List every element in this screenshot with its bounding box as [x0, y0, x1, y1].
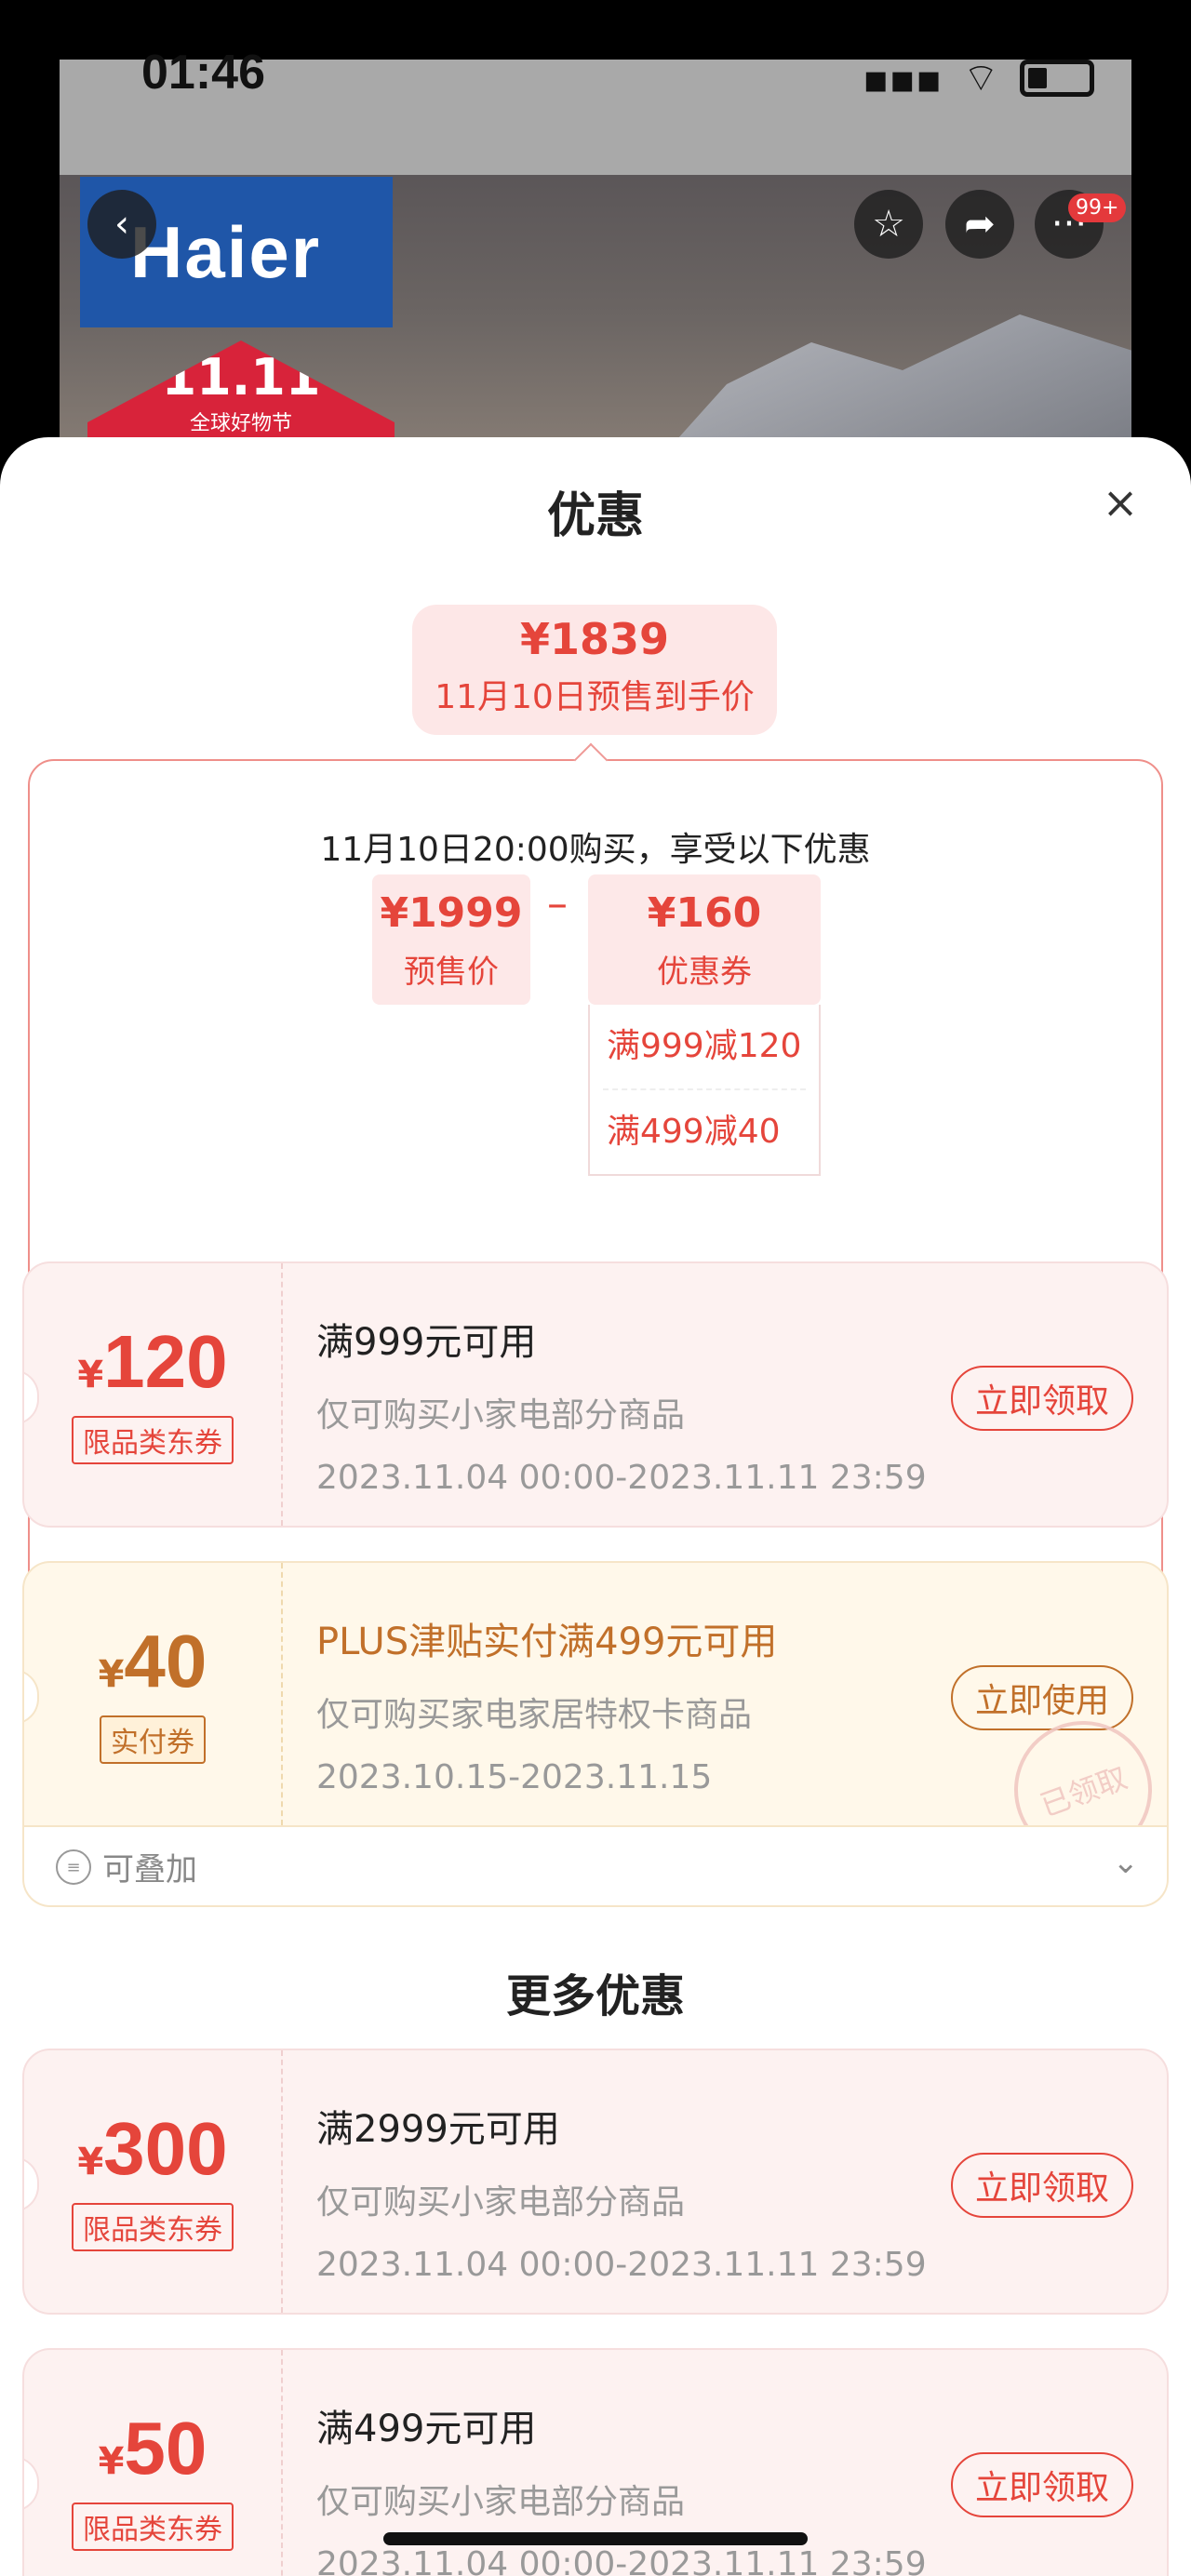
coupon-period: 2023.11.04 00:00-2023.11.11 23:59 [316, 2246, 927, 2284]
coupon-breakdown-item: 满499减40 [607, 1113, 781, 1151]
coupon-card: ¥300 限品类东券 满2999元可用 仅可购买小家电部分商品 2023.11.… [22, 2049, 1169, 2315]
coupon-breakdown-list: 满999减120 满499减40 [588, 1005, 821, 1176]
coupon-period: 2023.11.04 00:00-2023.11.11 23:59 [316, 2545, 927, 2576]
more-offers-title: 更多优惠 [505, 1970, 685, 2022]
star-icon: ☆ [872, 203, 905, 246]
coupon-card-plus: ¥40 实付券 PLUS津贴实付满499元可用 仅可购买家电家居特权卡商品 20… [22, 1561, 1169, 1827]
presale-price: ¥1999 [380, 889, 523, 937]
coupon-value-section: ¥40 实付券 [24, 1563, 283, 1825]
coupon-scope: 仅可购买小家电部分商品 [316, 2183, 686, 2222]
use-button[interactable]: 立即使用 [951, 1665, 1133, 1730]
promo-subtitle: 全球好物节 [189, 412, 292, 435]
coupon-value-section: ¥50 限品类东券 [24, 2350, 283, 2576]
coupon-card: ¥120 限品类东券 满999元可用 仅可购买小家电部分商品 2023.11.0… [22, 1261, 1169, 1528]
claim-button[interactable]: 立即领取 [951, 1366, 1133, 1431]
coupon-type-tag: 实付券 [100, 1715, 206, 1764]
coupon-info: 满999元可用 仅可购买小家电部分商品 2023.11.04 00:00-202… [316, 1312, 927, 1497]
minus-sign: – [547, 880, 568, 928]
currency-symbol: ¥ [98, 1653, 125, 1696]
coupon-condition: PLUS津贴实付满499元可用 [316, 1621, 778, 1663]
status-icons: ▪▪▪ ⌔ [863, 55, 1094, 101]
stack-icon: ≡ [56, 1849, 91, 1885]
status-bar: 01:46 ▪▪▪ ⌔ [60, 46, 1131, 175]
coupon-period: 2023.11.04 00:00-2023.11.11 23:59 [316, 1459, 927, 1497]
coupon-type-tag: 限品类东券 [72, 2503, 234, 2551]
close-button[interactable]: × [1098, 477, 1143, 527]
promo-title: 11.11 [161, 348, 321, 407]
wifi-icon: ⌔ [962, 54, 999, 100]
stackable-row[interactable]: ≡ 可叠加 ⌄ [22, 1827, 1169, 1907]
coupon-breakdown-item: 满999减120 [607, 1027, 802, 1065]
presale-label: 预售价 [404, 954, 499, 991]
coupon-info: 满2999元可用 仅可购买小家电部分商品 2023.11.04 00:00-20… [316, 2099, 927, 2284]
final-price-pill: ¥1839 11月10日预售到手价 [412, 605, 777, 735]
chevron-down-icon: ⌄ [1112, 1844, 1140, 1881]
coupon-total-box: ¥160 优惠券 [588, 874, 821, 1005]
chevron-left-icon: ‹ [114, 203, 129, 246]
coupon-scope: 仅可购买小家电部分商品 [316, 2483, 686, 2521]
coupon-period: 2023.10.15-2023.11.15 [316, 1758, 713, 1796]
coupon-type-tag: 限品类东券 [72, 1416, 234, 1464]
currency-symbol: ¥ [77, 1354, 104, 1396]
coupon-value: 300 [103, 2107, 228, 2190]
product-hero-image: Haier ‹ ☆ ➦ ··· 99+ 11.11 全球好物节 [60, 175, 1131, 482]
battery-icon [1020, 60, 1094, 97]
coupon-value: 50 [124, 2407, 207, 2489]
coupon-amount: ¥120 [24, 1319, 281, 1405]
sheet-title: 优惠 [546, 488, 644, 544]
coupon-amount: ¥50 [24, 2406, 281, 2491]
back-button[interactable]: ‹ [87, 190, 156, 259]
coupon-total-label: 优惠券 [657, 954, 752, 991]
coupon-amount: ¥40 [24, 1619, 281, 1704]
signal-icon: ▪▪▪ [863, 55, 943, 101]
share-icon: ➦ [964, 203, 996, 246]
coupon-value-section: ¥120 限品类东券 [24, 1263, 283, 1526]
coupon-type-tag: 限品类东券 [72, 2203, 234, 2251]
coupon-scope: 仅可购买家电家居特权卡商品 [316, 1696, 753, 1734]
share-button[interactable]: ➦ [945, 190, 1014, 259]
stackable-label: 可叠加 [102, 1851, 197, 1889]
coupon-value: 40 [124, 1620, 207, 1702]
favorite-button[interactable]: ☆ [854, 190, 923, 259]
close-icon: × [1102, 477, 1139, 527]
coupon-total: ¥160 [647, 889, 762, 937]
currency-symbol: ¥ [98, 2440, 125, 2483]
status-time: 01:46 [141, 46, 265, 100]
discount-sheet: 优惠 × ¥1839 11月10日预售到手价 11月10日20:00购买，享受以… [0, 437, 1191, 2576]
coupon-amount: ¥300 [24, 2106, 281, 2192]
coupon-value-section: ¥300 限品类东券 [24, 2050, 283, 2313]
background-page: 01:46 ▪▪▪ ⌔ Haier ‹ ☆ ➦ ··· 99+ 11.11 全球… [0, 0, 1191, 484]
breakdown-heading: 11月10日20:00购买，享受以下优惠 [320, 831, 871, 869]
home-indicator [383, 2532, 808, 2545]
claim-button[interactable]: 立即领取 [951, 2153, 1133, 2218]
coupon-value: 120 [103, 1320, 228, 1403]
coupon-info: PLUS津贴实付满499元可用 仅可购买家电家居特权卡商品 2023.10.15… [316, 1611, 777, 1796]
brand-logo: Haier [130, 211, 322, 293]
coupon-scope: 仅可购买小家电部分商品 [316, 1396, 686, 1435]
presale-price-box: ¥1999 预售价 [372, 874, 530, 1005]
coupon-condition: 满499元可用 [316, 2408, 537, 2450]
coupon-condition: 满999元可用 [316, 1321, 537, 1364]
coupon-condition: 满2999元可用 [316, 2108, 560, 2151]
claim-button[interactable]: 立即领取 [951, 2452, 1133, 2517]
price-breakdown: 11月10日20:00购买，享受以下优惠 ¥1999 预售价 – ¥160 优惠… [28, 759, 1163, 1665]
currency-symbol: ¥ [77, 2141, 104, 2183]
coupon-info: 满499元可用 仅可购买小家电部分商品 2023.11.04 00:00-202… [316, 2398, 927, 2576]
final-price-label: 11月10日预售到手价 [435, 678, 755, 716]
notification-badge: 99+ [1068, 194, 1127, 222]
final-price: ¥1839 [519, 614, 670, 664]
